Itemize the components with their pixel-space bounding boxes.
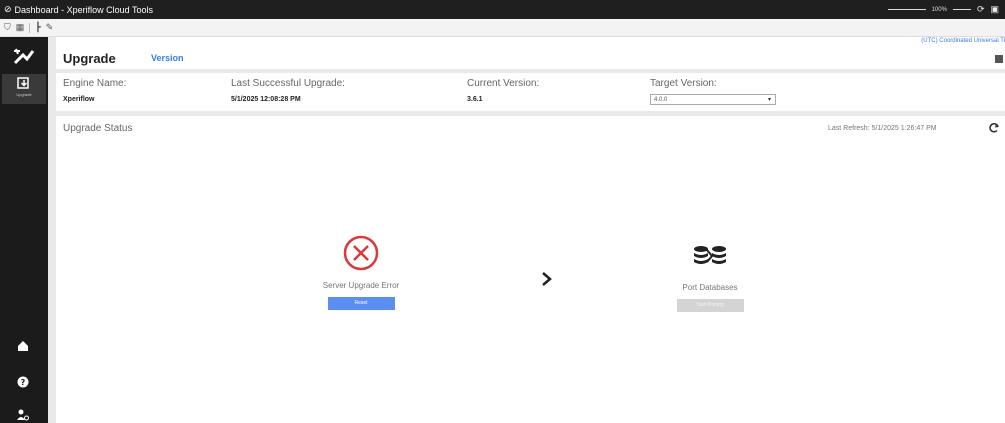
home-icon[interactable] [16, 339, 30, 353]
target-version-column: Target Version: 4.0.0 ▾ [650, 78, 776, 105]
step-server-upgrade: Server Upgrade Error Reset [311, 234, 411, 310]
toolbar: ⛉ ▦ ┣ ✎ [0, 19, 1005, 37]
window-title: Dashboard - Xperiflow Cloud Tools [14, 4, 153, 15]
print-icon[interactable] [995, 55, 1003, 63]
window-restore-icon[interactable]: ▣ [990, 4, 999, 15]
chevron-right-icon [542, 272, 552, 286]
app-logo-icon: ⊘ [4, 4, 12, 14]
step-port-databases: Port Databases Start Porting [660, 244, 760, 312]
pencil-icon[interactable]: ✎ [46, 22, 54, 33]
current-version-column: Current Version: 3.6.1 [467, 78, 539, 103]
timezone-selector[interactable]: (UTC) Coordinated Universal Ti [921, 38, 1005, 44]
page-title: Upgrade [63, 51, 116, 66]
engine-name-value: Xperiflow [63, 96, 95, 103]
window-titlebar: ⊘ Dashboard - Xperiflow Cloud Tools 100%… [0, 0, 1005, 19]
engine-info-panel: Engine Name: Xperiflow Last Successful U… [56, 73, 1005, 111]
target-version-select[interactable]: 4.0.0 ▾ [650, 94, 776, 105]
target-version-label: Target Version: [650, 78, 717, 89]
filter-icon[interactable]: ⛉ [4, 22, 11, 33]
svg-text:?: ? [21, 378, 26, 387]
help-icon[interactable]: ? [16, 375, 30, 389]
page-header: Upgrade Version (UTC) Coordinated Univer… [56, 37, 1005, 69]
users-settings-icon[interactable] [16, 408, 30, 422]
upgrade-status-title: Upgrade Status [63, 123, 133, 134]
start-porting-button[interactable]: Start Porting [676, 299, 744, 312]
toolbar-divider [29, 22, 31, 33]
main-content: Upgrade Version (UTC) Coordinated Univer… [48, 37, 1005, 423]
database-port-icon [694, 246, 726, 264]
refresh-window-icon[interactable]: ⟳ [977, 4, 985, 15]
current-version-label: Current Version: [467, 78, 540, 89]
refresh-icon[interactable] [988, 122, 1000, 134]
zoom-level: 100% [931, 6, 947, 13]
tab-version[interactable]: Version [151, 53, 184, 63]
zoom-slider-track[interactable] [952, 9, 971, 10]
upgrade-icon [17, 77, 29, 89]
target-version-value: 4.0.0 [654, 96, 668, 103]
tree-icon[interactable]: ┣ [35, 22, 40, 33]
last-upgrade-label: Last Successful Upgrade: [231, 78, 345, 89]
reset-button[interactable]: Reset [327, 297, 395, 310]
side-nav: Upgrade ? [0, 37, 48, 423]
brand-logo-icon [13, 48, 35, 65]
last-refresh-text: Last Refresh: 5/1/2025 1:26:47 PM [828, 125, 937, 132]
step-server-upgrade-label: Server Upgrade Error [322, 281, 400, 290]
current-version-value: 3.6.1 [467, 96, 483, 103]
engine-name-label: Engine Name: [63, 78, 127, 89]
error-icon [343, 235, 379, 271]
sidebar-item-label: Upgrade [16, 92, 32, 97]
step-port-databases-label: Port Databases [682, 283, 738, 292]
upgrade-status-panel: Upgrade Status Last Refresh: 5/1/2025 1:… [56, 116, 1005, 423]
last-upgrade-value: 5/1/2025 12:08:28 PM [231, 96, 301, 103]
chevron-down-icon: ▾ [767, 97, 771, 103]
zoom-slider[interactable] [887, 9, 926, 10]
engine-name-column: Engine Name: Xperiflow [63, 78, 126, 103]
grid-icon[interactable]: ▦ [16, 22, 25, 33]
last-upgrade-column: Last Successful Upgrade: 5/1/2025 12:08:… [231, 78, 345, 103]
sidebar-item-upgrade[interactable]: Upgrade [2, 74, 46, 104]
